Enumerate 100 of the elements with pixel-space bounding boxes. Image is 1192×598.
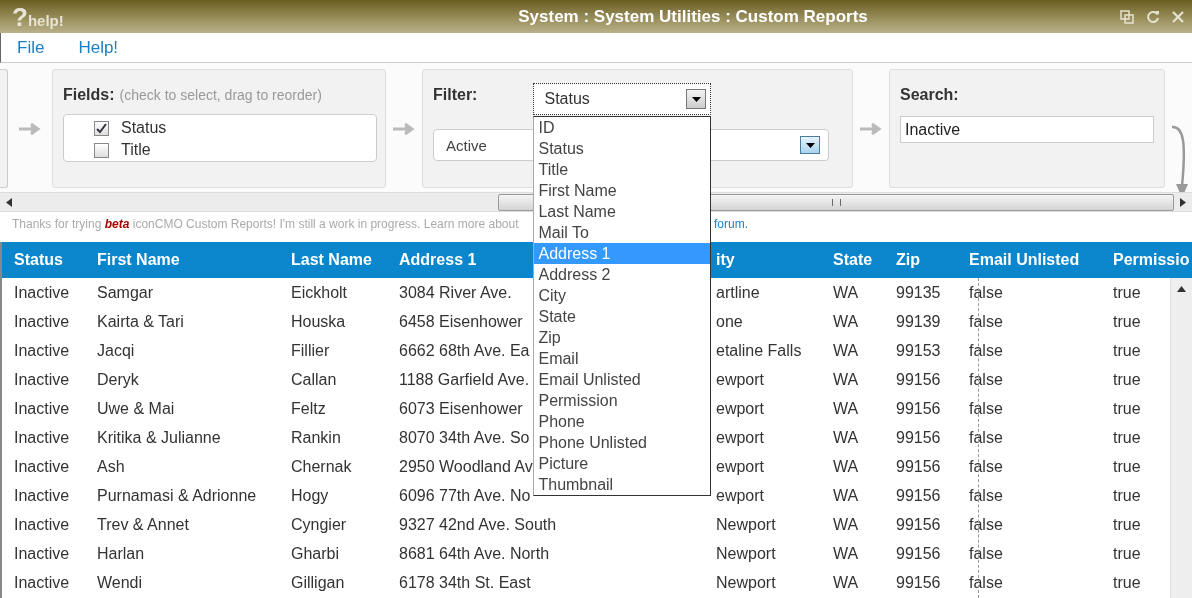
field-select[interactable]: Status xyxy=(533,83,712,115)
panel-label: Filter: xyxy=(433,86,478,104)
table-cell: 99135 xyxy=(896,283,941,301)
panel-label: Search: xyxy=(900,86,959,103)
search-field[interactable]: Inactive xyxy=(900,116,1154,143)
table-cell: ewport xyxy=(716,457,765,475)
table-cell: WA xyxy=(833,457,859,475)
checkbox[interactable] xyxy=(94,120,109,136)
table-cell: Purnamasi & Adrionne xyxy=(97,486,257,504)
scroll-up-icon[interactable] xyxy=(1177,286,1186,292)
table-cell: Kritika & Julianne xyxy=(97,428,221,446)
table-cell: Inactive xyxy=(14,573,70,591)
table-cell: 8070 34th Ave. So xyxy=(399,428,530,446)
table-cell: artline xyxy=(716,283,760,301)
table-cell: Eickholt xyxy=(291,283,348,301)
table-cell: false xyxy=(969,399,1003,417)
table-cell: true xyxy=(1113,515,1141,533)
column-header[interactable]: Last Name xyxy=(291,251,372,268)
table-cell: Kairta & Tari xyxy=(97,312,184,330)
checkbox[interactable] xyxy=(94,142,109,158)
column-header[interactable]: State xyxy=(833,251,873,268)
table-cell: ewport xyxy=(716,399,765,417)
table-cell: WA xyxy=(833,486,859,504)
field-label: Status xyxy=(121,119,167,137)
table-cell: 3084 River Ave. xyxy=(399,283,512,301)
panel-label: Fields: xyxy=(63,86,115,104)
field-label: Title xyxy=(121,141,151,159)
table-cell: 99156 xyxy=(896,428,941,446)
table-cell: one xyxy=(716,312,743,330)
scroll-left-icon[interactable] xyxy=(6,197,12,207)
table-cell: true xyxy=(1113,573,1141,591)
table-cell: Feltz xyxy=(291,399,326,417)
table-cell: false xyxy=(969,573,1003,591)
table-cell: ewport xyxy=(716,370,765,388)
table-cell: true xyxy=(1113,544,1141,562)
table-cell: 2950 Woodland Av xyxy=(399,457,533,475)
table-cell: Inactive xyxy=(14,341,70,359)
column-header[interactable]: Zip xyxy=(896,251,920,268)
table-cell: etaline Falls xyxy=(716,341,802,359)
table-cell: Houska xyxy=(291,312,346,330)
table-cell: false xyxy=(969,283,1003,301)
table-cell: 99156 xyxy=(896,515,941,533)
table-cell: true xyxy=(1113,428,1141,446)
table-cell: Inactive xyxy=(14,486,70,504)
restore-icon[interactable] xyxy=(1120,9,1134,24)
table-cell: Gharbi xyxy=(291,544,340,562)
table-cell: Rankin xyxy=(291,428,341,446)
table-cell: true xyxy=(1113,370,1141,388)
table-cell: Inactive xyxy=(14,283,70,301)
table-cell: ewport xyxy=(716,428,765,446)
menu-item[interactable]: File xyxy=(17,37,45,58)
table-cell: Callan xyxy=(291,370,337,388)
table-cell: Inactive xyxy=(14,428,70,446)
table-cell: 99156 xyxy=(896,457,941,475)
table-cell: Inactive xyxy=(14,399,70,417)
table-cell: Uwe & Mai xyxy=(97,399,175,417)
column-header[interactable]: Status xyxy=(14,251,63,268)
table-cell: WA xyxy=(833,428,859,446)
column-header[interactable]: Address 1 xyxy=(399,251,477,268)
column-header[interactable]: Permissio xyxy=(1113,251,1190,268)
table-cell: 6662 68th Ave. Ea xyxy=(399,341,530,359)
table-cell: Inactive xyxy=(14,544,70,562)
table-cell: Gilligan xyxy=(291,573,345,591)
forum-link[interactable]: forum. xyxy=(714,217,748,231)
table-cell: WA xyxy=(833,399,859,417)
column-header[interactable]: ity xyxy=(716,251,735,268)
table-cell: Cyngier xyxy=(291,515,347,533)
table-cell: true xyxy=(1113,399,1141,417)
arrow-icon xyxy=(19,121,41,136)
table-cell: Newport xyxy=(716,573,776,591)
table-cell: Inactive xyxy=(14,515,70,533)
scroll-right-icon[interactable] xyxy=(1180,197,1186,207)
table-cell: 8681 64th Ave. North xyxy=(399,544,550,562)
table-cell: Jacqi xyxy=(97,341,135,359)
table-cell: false xyxy=(969,370,1003,388)
close-icon[interactable] xyxy=(1172,10,1184,23)
column-header[interactable]: Email Unlisted xyxy=(969,251,1080,268)
table-cell: false xyxy=(969,312,1003,330)
panel-hint: (check to select, drag to reorder) xyxy=(119,87,322,103)
table-cell: ewport xyxy=(716,486,765,504)
table-cell: 9327 42nd Ave. South xyxy=(399,515,557,533)
table-cell: 99139 xyxy=(896,312,941,330)
column-header[interactable]: First Name xyxy=(97,251,180,268)
table-cell: Deryk xyxy=(97,370,139,388)
vertical-scrollbar[interactable] xyxy=(1170,278,1192,598)
table-cell: 6073 Eisenhower xyxy=(399,399,523,417)
table-cell: Harlan xyxy=(97,544,145,562)
table-cell: WA xyxy=(833,341,859,359)
table-cell: false xyxy=(969,428,1003,446)
table-cell: Inactive xyxy=(14,312,70,330)
caret-icon xyxy=(691,96,701,102)
table-cell: WA xyxy=(833,515,859,533)
table-cell: true xyxy=(1113,283,1141,301)
table-cell: Chernak xyxy=(291,457,352,475)
arrow-icon xyxy=(393,121,415,136)
refresh-icon[interactable] xyxy=(1146,9,1160,24)
table-cell: false xyxy=(969,544,1003,562)
menu-item[interactable]: Help! xyxy=(78,37,119,58)
caret-icon xyxy=(805,142,815,148)
table-cell: false xyxy=(969,515,1003,533)
